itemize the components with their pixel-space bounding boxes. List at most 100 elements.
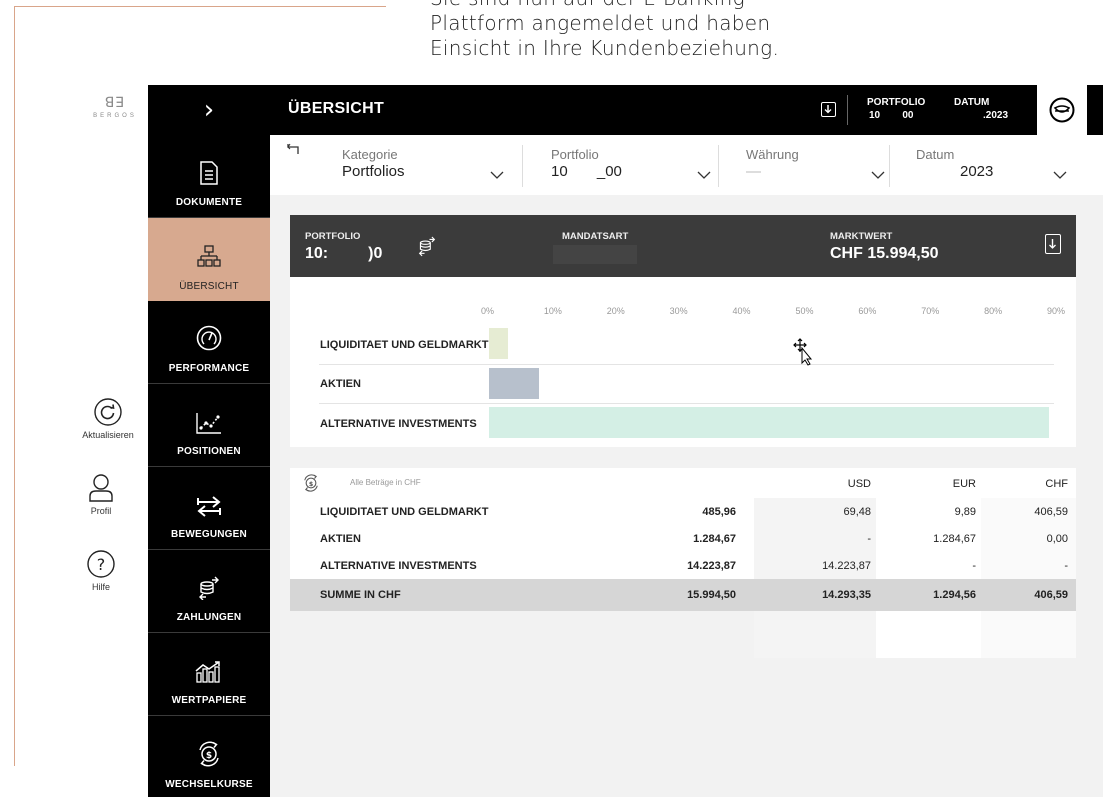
row-name: LIQUIDITAET UND GELDMARKT (320, 506, 489, 518)
nav-label: ÜBERSICHT (179, 281, 239, 292)
back-arrow-icon (287, 143, 299, 154)
download-icon (824, 105, 832, 114)
intro-line: Sie sind nun auf der E-Banking (430, 0, 890, 11)
portfolio-label: Portfolio (551, 147, 599, 162)
sum-eur: 1.294,56 (933, 589, 976, 601)
switch-portfolio-icon[interactable] (418, 235, 436, 257)
logo-wordmark: BERGOS (93, 113, 137, 119)
securities-chart-icon (195, 661, 220, 683)
x-tick-label: 20% (606, 306, 625, 316)
allocation-bar[interactable] (489, 368, 540, 399)
exchange-icon: $ (304, 474, 318, 492)
top-bar: ÜBERSICHT PORTFOLIO 10 00 DATUM .2023 (270, 85, 1103, 135)
svg-text:$: $ (206, 751, 212, 761)
allocation-bar[interactable] (489, 407, 1049, 438)
nav-item-positionen[interactable]: POSITIONEN (148, 384, 270, 467)
intro-message: Sie sind nun auf der E-Banking Plattform… (430, 0, 890, 61)
refresh-button[interactable]: Aktualisieren (68, 397, 148, 440)
back-button[interactable] (287, 142, 299, 158)
bergos-logo[interactable]: ꓭꓱ BERGOS (85, 95, 145, 119)
logo-mark: ꓭꓱ (104, 95, 126, 111)
nav-item-wertpapiere[interactable]: WERTPAPIERE (148, 633, 270, 716)
user-icon (89, 474, 113, 502)
datum-label: Datum (916, 147, 955, 162)
waehrung-value: — (746, 163, 761, 180)
x-tick-label: 0% (481, 306, 495, 316)
exchange-icon: $ (199, 741, 219, 767)
row-chf: - (1064, 560, 1068, 572)
nav-label: PERFORMANCE (168, 363, 250, 374)
allocation-chart: LIQUIDITAET UND GELDMARKT AKTIEN ALTERNA… (290, 277, 1076, 447)
profile-label: Profil (90, 506, 112, 516)
portfolio-select[interactable]: Portfolio 10 _00 (551, 147, 721, 180)
waehrung-label: Währung (746, 147, 799, 162)
page: Sie sind nun auf der E-Banking Plattform… (0, 0, 1103, 797)
refresh-label: Aktualisieren (82, 430, 134, 440)
help-button[interactable]: ? Hilfe (61, 549, 141, 592)
row-usd: 14.223,87 (822, 560, 871, 572)
chevron-down-icon (697, 171, 711, 179)
row-total: 1.284,67 (693, 533, 736, 545)
allocation-bar[interactable] (489, 328, 508, 359)
row-usd: 69,48 (843, 506, 871, 518)
header-portfolio-label: PORTFOLIO (867, 97, 926, 108)
profile-button[interactable]: Profil (61, 473, 141, 516)
nav-expand-button[interactable]: › (148, 85, 270, 135)
x-tick-label: 30% (669, 306, 688, 316)
x-tick-label: 10% (543, 306, 562, 316)
currency-table: $ Alle Beträge in CHF USD EUR CHF LIQUID… (290, 468, 1076, 658)
row-eur: 9,89 (954, 506, 976, 518)
column-header-eur: EUR (952, 478, 976, 490)
privacy-mask-button[interactable] (1037, 85, 1087, 135)
divider (522, 145, 523, 187)
chart-category-label: ALTERNATIVE INVESTMENTS (320, 418, 477, 430)
row-eur: - (972, 560, 976, 572)
sum-usd: 14.293,35 (822, 589, 871, 601)
export-button[interactable] (1045, 234, 1061, 254)
help-label: Hilfe (91, 582, 110, 592)
nav-item-zahlungen[interactable]: ZAHLUNGEN (148, 550, 270, 633)
sum-chf: 406,59 (1034, 589, 1068, 601)
table-row: ALTERNATIVE INVESTMENTS 14.223,87 14.223… (290, 552, 1076, 579)
table-row: AKTIEN 1.284,67 - 1.284,67 0,00 (290, 525, 1076, 552)
datum-select[interactable]: Datum 2023 (916, 147, 1076, 180)
transfer-arrows-icon (197, 496, 221, 517)
main-navigation: › DOKUMENTE ÜBERSICHT PERFORMANCE POSITI… (148, 85, 270, 797)
table-header: $ Alle Beträge in CHF USD EUR CHF (290, 468, 1076, 498)
divider (847, 95, 848, 125)
row-chf: 0,00 (1046, 533, 1068, 545)
header-datum-value: .2023 (983, 110, 1009, 121)
nav-item-wechselkurse[interactable]: $ WECHSELKURSE (148, 716, 270, 797)
table-row: LIQUIDITAET UND GELDMARKT 485,96 69,48 9… (290, 498, 1076, 525)
divider (889, 145, 890, 187)
row-name: AKTIEN (320, 533, 361, 545)
kategorie-label: Kategorie (342, 147, 398, 162)
column-header-usd: USD (847, 478, 871, 490)
help-icon: ? (87, 550, 115, 578)
download-icon (1049, 239, 1056, 249)
portfolio-value: 10: )0 (305, 245, 383, 262)
refresh-icon (94, 398, 122, 426)
datum-value: 2023 (960, 163, 994, 180)
nav-item-uebersicht[interactable]: ÜBERSICHT (148, 218, 270, 301)
nav-item-performance[interactable]: PERFORMANCE (148, 301, 270, 384)
row-total: 485,96 (702, 506, 736, 518)
gauge-icon (196, 325, 222, 351)
row-name: ALTERNATIVE INVESTMENTS (320, 560, 477, 572)
decorative-frame-line (14, 6, 15, 766)
nav-item-bewegungen[interactable]: BEWEGUNGEN (148, 467, 270, 550)
chart-category-label: LIQUIDITAET UND GELDMARKT (320, 339, 489, 351)
chevron-down-icon (1053, 171, 1067, 179)
nav-item-dokumente[interactable]: DOKUMENTE (148, 135, 270, 218)
x-tick-label: 40% (732, 306, 751, 316)
row-chf: 406,59 (1034, 506, 1068, 518)
row-divider (319, 403, 1054, 404)
row-total: 14.223,87 (687, 560, 736, 572)
waehrung-select[interactable]: Währung — (746, 147, 886, 180)
download-button[interactable] (821, 102, 836, 117)
kategorie-select[interactable]: Kategorie Portfolios (342, 147, 522, 180)
marktwert-value: CHF 15.994,50 (830, 245, 939, 262)
overview-icon (197, 245, 221, 267)
sum-name: SUMME IN CHF (320, 589, 401, 601)
nav-label: BEWEGUNGEN (171, 529, 247, 540)
